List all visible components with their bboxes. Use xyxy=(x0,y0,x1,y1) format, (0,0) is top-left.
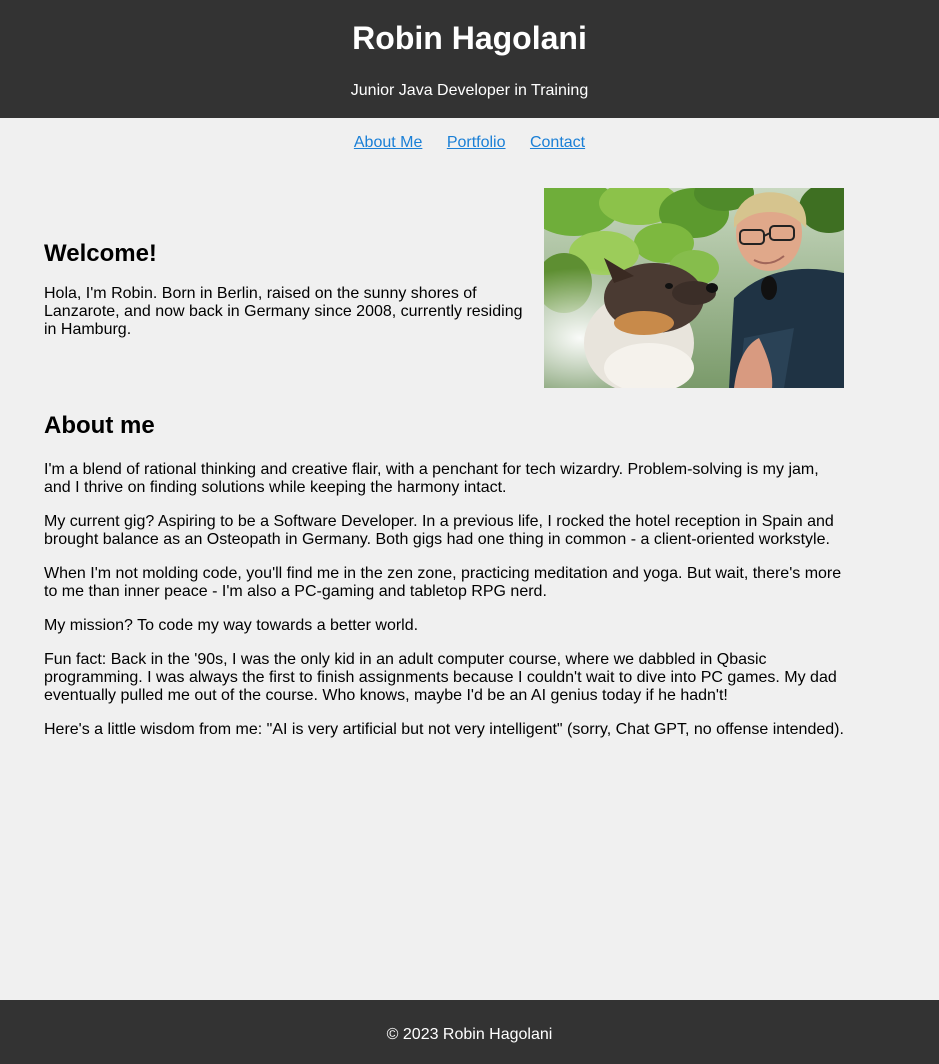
welcome-paragraph: Hola, I'm Robin. Born in Berlin, raised … xyxy=(44,285,523,338)
about-paragraph: Fun fact: Back in the '90s, I was the on… xyxy=(44,651,837,704)
nav-link-contact[interactable]: Contact xyxy=(530,134,585,151)
about-paragraph: I'm a blend of rational thinking and cre… xyxy=(44,461,819,496)
nav-link-portfolio[interactable]: Portfolio xyxy=(447,134,506,151)
main-nav: About Me Portfolio Contact xyxy=(0,118,939,168)
about-paragraph: Here's a little wisdom from me: "AI is v… xyxy=(44,721,844,738)
copyright-text: © 2023 Robin Hagolani xyxy=(386,1026,553,1043)
about-paragraph: When I'm not molding code, you'll find m… xyxy=(44,565,842,600)
welcome-section: Welcome! Hola, I'm Robin. Born in Berlin… xyxy=(44,168,895,388)
nav-link-about-me[interactable]: About Me xyxy=(354,134,422,151)
welcome-heading: Welcome! xyxy=(44,240,157,267)
site-subtitle: Junior Java Developer in Training xyxy=(350,82,589,99)
about-heading: About me xyxy=(44,412,155,439)
about-section: About me I'm a blend of rational thinkin… xyxy=(44,388,895,739)
main-content: Welcome! Hola, I'm Robin. Born in Berlin… xyxy=(0,168,939,739)
site-title: Robin Hagolani xyxy=(352,20,587,56)
site-footer: © 2023 Robin Hagolani xyxy=(0,1000,939,1064)
welcome-text-block: Welcome! Hola, I'm Robin. Born in Berlin… xyxy=(44,240,526,339)
site-header: Robin Hagolani Junior Java Developer in … xyxy=(0,0,939,118)
about-paragraph: My mission? To code my way towards a bet… xyxy=(44,617,419,634)
about-paragraph: My current gig? Aspiring to be a Softwar… xyxy=(44,513,834,548)
profile-photo xyxy=(544,188,844,388)
